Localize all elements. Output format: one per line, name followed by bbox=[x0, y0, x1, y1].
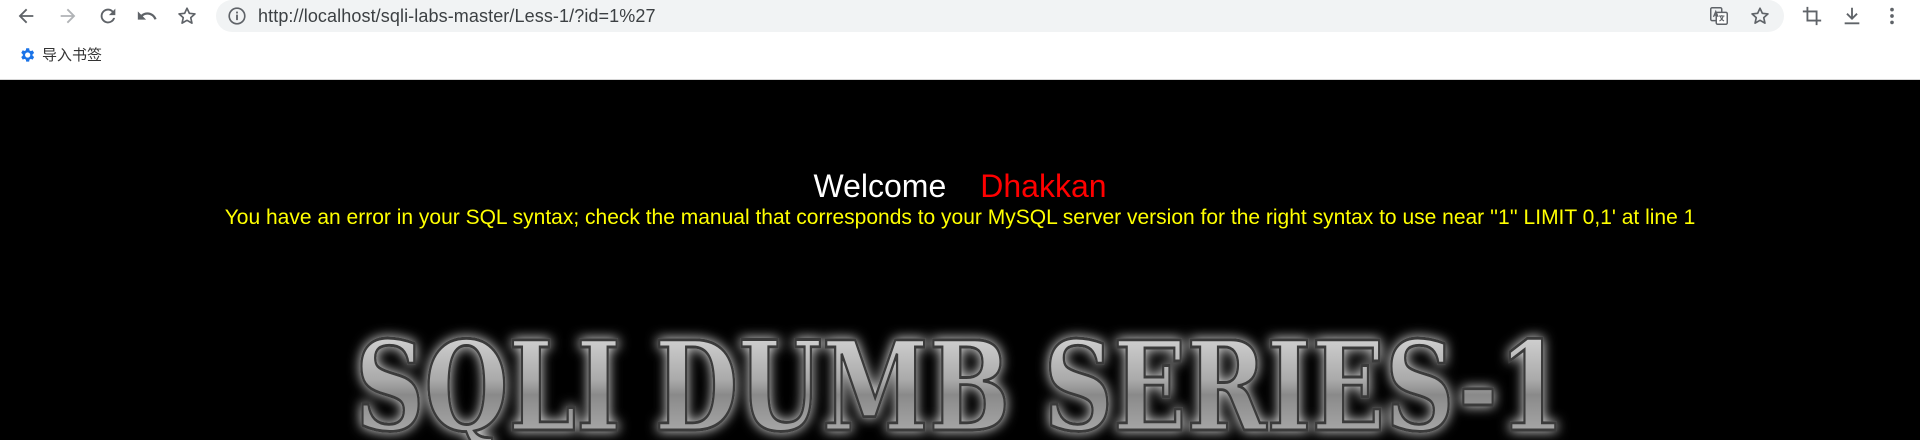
crop-button[interactable] bbox=[1796, 0, 1828, 32]
info-icon[interactable] bbox=[226, 5, 248, 27]
menu-button[interactable] bbox=[1876, 0, 1908, 32]
forward-button[interactable] bbox=[52, 0, 84, 32]
undo-button[interactable] bbox=[131, 0, 163, 32]
undo-icon bbox=[137, 11, 157, 20]
bookmark-page-star-icon[interactable] bbox=[1749, 5, 1771, 27]
arrow-right-icon bbox=[60, 8, 76, 24]
download-icon bbox=[1844, 7, 1860, 25]
download-button[interactable] bbox=[1836, 0, 1868, 32]
reload-icon bbox=[100, 8, 116, 24]
gear-icon bbox=[21, 47, 35, 62]
translate-icon[interactable] bbox=[1708, 5, 1730, 27]
star-icon bbox=[178, 7, 196, 24]
browser-chrome: http://localhost/sqli-labs-master/Less-1… bbox=[0, 0, 1920, 80]
user-name: Dhakkan bbox=[980, 168, 1107, 204]
sql-error-message: You have an error in your SQL syntax; ch… bbox=[224, 206, 1696, 229]
crop-icon bbox=[1802, 6, 1822, 26]
arrow-left-icon bbox=[18, 8, 34, 24]
bookmarks-bar: 导入书签 bbox=[0, 32, 1920, 80]
bookmark-label[interactable]: 导入书签 bbox=[42, 44, 102, 65]
banner-logo: SQLI DUMB SERIES-1 bbox=[354, 314, 1567, 440]
welcome-text: Welcome bbox=[813, 168, 947, 204]
browser-toolbar: http://localhost/sqli-labs-master/Less-1… bbox=[0, 0, 1920, 32]
back-button[interactable] bbox=[10, 0, 42, 32]
reload-button[interactable] bbox=[92, 0, 124, 32]
address-bar[interactable]: http://localhost/sqli-labs-master/Less-1… bbox=[216, 0, 1784, 32]
bookmark-import[interactable]: 导入书签 bbox=[18, 44, 102, 65]
more-vertical-icon bbox=[1890, 7, 1894, 25]
banner-title: SQLI DUMB SERIES-1 bbox=[355, 315, 1565, 440]
bookmark-star-button[interactable] bbox=[171, 0, 203, 32]
url-text[interactable]: http://localhost/sqli-labs-master/Less-1… bbox=[258, 6, 656, 27]
welcome-heading: Welcome Dhakkan bbox=[0, 168, 1920, 205]
page-content: Welcome Dhakkan You have an error in your… bbox=[0, 80, 1920, 440]
